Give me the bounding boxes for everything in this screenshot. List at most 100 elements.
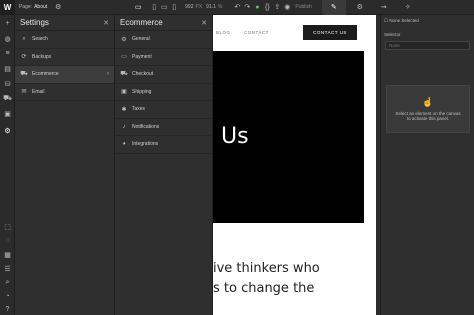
webflow-logo[interactable]: W: [0, 0, 15, 15]
contact-us-button[interactable]: CONTACT US: [303, 25, 357, 40]
left-toolbar: + ◍ ≡ ▤ ⛁ ⛟ ▣ ⚙ ⬚ ◌ ▦ ☰ ⌕ ◔ ?: [0, 15, 15, 315]
cart-icon: ⛟: [20, 71, 28, 78]
settings-icon[interactable]: ⚙: [2, 125, 13, 136]
chevron-right-icon: ›: [107, 71, 109, 78]
search-tool-icon[interactable]: ⌕: [2, 277, 13, 288]
taxes-icon: ✱: [121, 106, 127, 113]
settings-header: Settings ✕: [15, 15, 114, 31]
ecommerce-title: Ecommerce: [120, 18, 163, 27]
settings-item-backups[interactable]: ⟳ Backups: [15, 49, 114, 66]
selector-label: Selector: [384, 32, 401, 37]
cursor-hand-icon: ☝: [422, 97, 434, 107]
desktop-breakpoint-icon[interactable]: ▭: [133, 2, 143, 12]
symbols-icon[interactable]: ◍: [2, 33, 13, 44]
style-brush-icon[interactable]: ✎: [321, 0, 346, 15]
ecommerce-item-label: Taxes: [132, 106, 146, 113]
code-icon[interactable]: {}: [262, 2, 272, 12]
undo-icon[interactable]: ↶: [232, 2, 242, 12]
settings-item-label: Email: [32, 88, 45, 95]
add-panel-icon[interactable]: +: [2, 18, 13, 29]
close-icon[interactable]: ✕: [201, 19, 207, 27]
saved-check-icon[interactable]: ●: [252, 2, 262, 12]
canvas-width: 992: [185, 4, 194, 10]
grid-icon[interactable]: ▦: [2, 249, 13, 260]
ecommerce-item-general[interactable]: ⚙ General: [115, 31, 212, 49]
navigator-icon[interactable]: ≡: [2, 48, 13, 59]
ecommerce-icon[interactable]: ⛟: [2, 93, 13, 104]
style-panel: ☐ None Selected Selector None ☝ Select a…: [380, 15, 474, 315]
design-canvas[interactable]: BLOG CONTACT CONTACT US Us ive thinkers …: [213, 15, 376, 315]
close-icon[interactable]: ✕: [103, 19, 109, 27]
selection-status-text: None Selected: [389, 18, 419, 23]
settings-item-email[interactable]: ✉ Email: [15, 84, 114, 101]
help-icon[interactable]: ?: [2, 304, 13, 315]
page-selector[interactable]: About: [34, 4, 47, 10]
ecommerce-item-checkout[interactable]: ⛟ Checkout: [115, 66, 212, 84]
phone-landscape-icon[interactable]: ▭: [159, 2, 169, 12]
ecommerce-item-label: General: [132, 36, 150, 43]
tablet-breakpoint-icon[interactable]: ▯: [149, 2, 159, 12]
settings-gear-icon[interactable]: ⚙: [350, 0, 370, 15]
ecommerce-item-integrations[interactable]: ◕ Integrations: [115, 136, 212, 154]
backups-icon: ⟳: [21, 54, 27, 61]
ecommerce-item-label: Payment: [132, 53, 152, 60]
settings-item-label: Backups: [32, 53, 52, 60]
ecommerce-item-label: Notifications: [132, 123, 160, 130]
ecommerce-panel: Ecommerce ✕ ⚙ General ▭ Payment ⛟ Checko…: [115, 15, 213, 315]
ecommerce-item-shipping[interactable]: ▣ Shipping: [115, 84, 212, 101]
payment-icon: ▭: [121, 54, 127, 61]
ecommerce-item-taxes[interactable]: ✱ Taxes: [115, 101, 212, 119]
list-icon[interactable]: ☰: [2, 263, 13, 274]
hero-section[interactable]: Us: [213, 51, 364, 223]
top-toolbar: W Page: About ⚙ ▭ ▯ ▭ ▯ 992 PX 91.1 % ↶ …: [0, 0, 474, 15]
redo-icon[interactable]: ↷: [242, 2, 252, 12]
pages-icon[interactable]: ▤: [2, 63, 13, 74]
hero-title: Us: [221, 124, 249, 149]
integrations-icon: ◕: [122, 141, 126, 148]
effects-icon[interactable]: ✧: [398, 0, 418, 15]
empty-state: ☝ Select an element on the canvas to act…: [386, 85, 470, 133]
ecommerce-item-payment[interactable]: ▭ Payment: [115, 49, 212, 66]
settings-title: Settings: [20, 18, 49, 27]
settings-item-label: Search: [32, 36, 48, 43]
page-prefix: Page:: [19, 4, 33, 10]
nav-link-blog[interactable]: BLOG: [216, 30, 231, 35]
tagline-line-2: s to change the: [213, 281, 315, 296]
bell-icon: ♪: [122, 123, 126, 130]
checkout-icon: ⛟: [120, 71, 128, 78]
zoom-unit: %: [217, 4, 223, 10]
ecommerce-item-label: Checkout: [132, 71, 154, 78]
assets-icon[interactable]: ▣: [2, 108, 13, 119]
ecommerce-item-label: Shipping: [132, 88, 152, 95]
tagline: ive thinkers who s to change the: [213, 259, 320, 299]
search-icon: ⌕: [22, 35, 26, 42]
selector-input[interactable]: None: [385, 41, 470, 50]
selection-checkbox-icon[interactable]: ☐: [384, 18, 388, 23]
cms-icon[interactable]: ⛁: [2, 78, 13, 89]
phone-portrait-icon[interactable]: ▯: [169, 2, 179, 12]
select-tool-icon[interactable]: ⬚: [2, 221, 13, 232]
audit-icon[interactable]: ◌: [2, 235, 13, 246]
settings-item-label: Ecommerce: [32, 71, 59, 78]
ecommerce-header: Ecommerce ✕: [115, 15, 212, 31]
ecommerce-item-notifications[interactable]: ♪ Notifications: [115, 119, 212, 136]
publish-button[interactable]: Publish: [295, 4, 311, 10]
gear-icon: ⚙: [121, 36, 127, 43]
email-icon: ✉: [21, 89, 27, 96]
canvas-width-unit: PX: [195, 4, 203, 10]
history-icon[interactable]: ◔: [2, 291, 13, 302]
interactions-icon[interactable]: ⇝: [374, 0, 394, 15]
shipping-icon: ▣: [121, 89, 127, 96]
settings-item-search[interactable]: ⌕ Search: [15, 31, 114, 49]
nav-link-contact[interactable]: CONTACT: [244, 30, 269, 35]
selection-status: ☐ None Selected: [381, 16, 474, 26]
share-icon[interactable]: ⇪: [272, 2, 282, 12]
preview-icon[interactable]: ◉: [282, 2, 292, 12]
zoom-level: 91.1: [206, 4, 216, 10]
page-settings-icon[interactable]: ⚙: [53, 2, 63, 12]
empty-state-line-2: to activate this panel.: [406, 116, 450, 121]
settings-item-ecommerce[interactable]: ⛟ Ecommerce ›: [15, 66, 114, 84]
tagline-line-1: ive thinkers who: [213, 261, 320, 276]
settings-panel: Settings ✕ ⌕ Search ⟳ Backups ⛟ Ecommerc…: [15, 15, 115, 315]
ecommerce-item-label: Integrations: [132, 141, 159, 148]
